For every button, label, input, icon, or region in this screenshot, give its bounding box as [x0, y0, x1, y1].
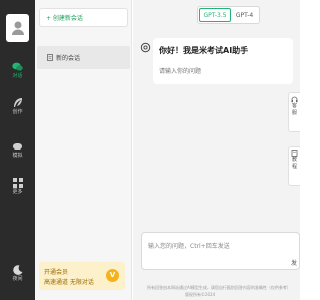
vip-card[interactable]: 开通会员 高速通道 无限对话 V: [39, 262, 125, 290]
assistant-avatar: [139, 41, 151, 53]
brain-icon: [13, 143, 22, 150]
nav-simulate-label: 模拟: [12, 153, 23, 159]
new-chat-label: + 创建新会话: [46, 15, 83, 22]
left-rail: 对话 创作 模拟 更多 夜间: [0, 0, 35, 300]
footer-copyright: 版权所有©2024: [185, 292, 216, 297]
send-button[interactable]: 发: [291, 258, 297, 267]
feather-icon: [13, 98, 22, 107]
conversation-panel: + 创建新会话 新的会话: [35, 0, 132, 300]
vip-title: 开通会员: [44, 269, 69, 276]
document-icon: [47, 54, 53, 61]
chat-input[interactable]: 输入您的问题，Ctrl+回车发送 发: [141, 232, 300, 270]
nav-chat[interactable]: 对话: [0, 62, 35, 79]
welcome-message: 你好！我是米考试AI助手 请输入你的问题: [153, 38, 293, 84]
nav-more-label: 更多: [12, 189, 23, 195]
chat-icon: [12, 62, 23, 71]
tutorial-label: 教程: [291, 157, 297, 170]
theme-toggle[interactable]: 夜间: [0, 265, 35, 282]
vip-coin-icon: V: [106, 269, 119, 282]
headset-icon: [291, 96, 298, 103]
customer-service-label: 客服: [291, 103, 297, 116]
openai-icon: [140, 42, 150, 52]
nav-simulate[interactable]: 模拟: [0, 142, 35, 159]
chat-input-placeholder: 输入您的问题，Ctrl+回车发送: [148, 243, 230, 250]
tutorial-button[interactable]: 教程: [288, 146, 300, 186]
nav-create-label: 创作: [12, 109, 23, 115]
tab-gpt-3-5[interactable]: GPT-3.5: [199, 8, 231, 22]
book-icon: [291, 150, 298, 157]
conversation-title: 新的会话: [56, 55, 81, 62]
moon-icon: [12, 265, 22, 275]
welcome-title: 你好！我是米考试AI助手: [159, 46, 249, 55]
vip-subtitle: 高速通道 无限对话: [44, 279, 94, 286]
theme-toggle-label: 夜间: [12, 276, 23, 282]
new-chat-button[interactable]: + 创建新会话: [39, 8, 128, 27]
model-switch: GPT-3.5 GPT-4: [197, 6, 260, 24]
nav-chat-label: 对话: [12, 73, 23, 79]
nav-create[interactable]: 创作: [0, 97, 35, 115]
welcome-subtitle: 请输入你的问题: [159, 68, 202, 75]
grid-icon: [12, 178, 23, 188]
nav-more[interactable]: 更多: [0, 178, 35, 195]
footer-disclaimer: 所有回答由本网站通过AI模型生成，请您自行甄别回答内容的准确性（仅供参考）: [147, 285, 291, 290]
user-icon: [11, 21, 24, 35]
conversation-item[interactable]: 新的会话: [37, 46, 130, 69]
avatar[interactable]: [6, 14, 29, 42]
customer-service-button[interactable]: 客服: [288, 92, 300, 132]
tab-gpt-4[interactable]: GPT-4: [231, 8, 258, 22]
